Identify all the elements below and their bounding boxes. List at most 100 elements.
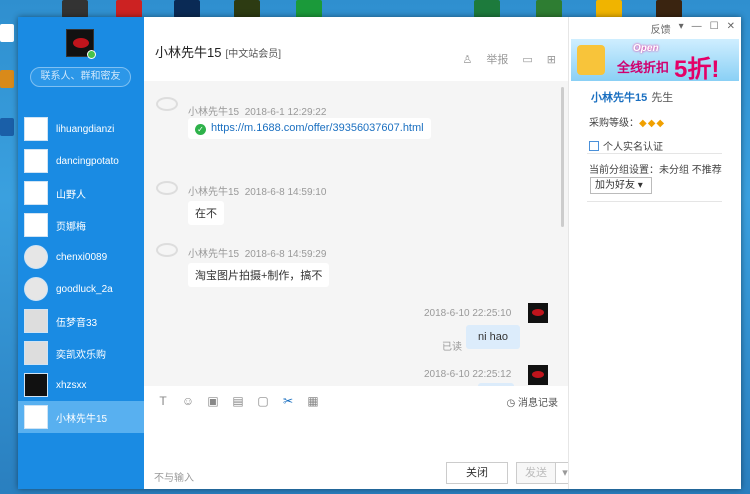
feedback-button[interactable]: 反馈 xyxy=(651,21,671,36)
divider xyxy=(587,201,722,202)
chevron-down-icon[interactable]: ▾ xyxy=(679,21,684,36)
desktop-app-icon[interactable] xyxy=(536,0,562,18)
contact-name: 奕凯欢乐购 xyxy=(56,349,106,361)
minimize-icon[interactable]: — xyxy=(692,21,702,36)
contact-name: 山野人 xyxy=(56,189,86,201)
contact-item[interactable]: dancingpotato xyxy=(18,145,144,177)
more-tools-icon[interactable]: ▦ xyxy=(306,394,320,408)
contact-name: 页娜梅 xyxy=(56,221,86,233)
message-bubble-in: 淘宝图片拍摄+制作，搞不 xyxy=(188,263,330,287)
chat-window: 联系人、群和密友 lihuangdianzi dancingpotato 山野人… xyxy=(18,17,741,489)
certificate-icon xyxy=(589,141,599,151)
excel-icon[interactable] xyxy=(474,0,500,18)
report-button[interactable]: 举报 xyxy=(486,51,508,67)
online-status-icon xyxy=(87,50,96,59)
group-select[interactable]: 加为好友 ▾ xyxy=(590,177,652,194)
message-time: 2018-6-1 12:29:22 xyxy=(244,107,327,118)
banner-open-text: Open xyxy=(633,43,659,54)
contact-avatar xyxy=(24,149,48,173)
contact-name: 小林先牛15 xyxy=(56,413,108,425)
add-contact-icon[interactable]: ♙ xyxy=(463,53,473,66)
contact-avatar xyxy=(24,277,48,301)
real-name-cert[interactable]: 个人实名认证 xyxy=(589,138,663,153)
read-status: 已读 xyxy=(442,342,462,353)
muse-icon[interactable] xyxy=(234,0,260,18)
banner-sale-text: 全线折扣 xyxy=(617,60,670,75)
banner-discount-text: 5折! xyxy=(674,56,720,83)
desktop-app-icon[interactable] xyxy=(116,0,142,18)
message-history-button[interactable]: ◷ 消息记录 xyxy=(506,394,558,409)
my-avatar[interactable] xyxy=(66,29,96,59)
contact-item[interactable]: xhzsxx xyxy=(18,369,144,401)
close-button[interactable]: 关闭 xyxy=(446,462,508,484)
cert-label: 个人实名认证 xyxy=(603,142,663,153)
bridge-icon[interactable] xyxy=(656,0,682,18)
message-link-text[interactable]: https://m.1688.com/offer/39356037607.htm… xyxy=(211,122,424,134)
contact-avatar xyxy=(24,213,48,237)
image-icon[interactable]: ▣ xyxy=(206,394,220,408)
desktop-app-icon[interactable] xyxy=(0,118,14,136)
photoshop-icon[interactable] xyxy=(174,0,200,18)
message-bubble-link[interactable]: ✓ https://m.1688.com/offer/39356037607.ht… xyxy=(188,118,431,139)
chat-header: 小林先牛15 [中文站会员] ♙ 举报 ▭ ⊞ xyxy=(144,17,568,81)
contact-item-active[interactable]: 小林先牛15 xyxy=(18,401,144,433)
chat-panel: 小林先牛15 [中文站会员] ♙ 举报 ▭ ⊞ 小林先牛15 2018-6-1 1… xyxy=(144,17,575,489)
message-sender: 小林先牛15 xyxy=(188,107,240,118)
message-history-label: 消息记录 xyxy=(518,398,558,409)
apps-grid-icon[interactable]: ⊞ xyxy=(547,53,556,66)
chat-title: 小林先牛15 [中文站会员] xyxy=(155,42,281,61)
sender-logo-icon xyxy=(156,181,178,195)
quick-reply-icon[interactable]: ▢ xyxy=(256,394,270,408)
sender-logo-icon xyxy=(156,97,178,111)
message-time: 2018-6-8 14:59:10 xyxy=(244,187,327,198)
message-input[interactable]: 不与输入 关闭 发送 ▾ xyxy=(144,416,575,489)
share-screen-icon[interactable]: ▭ xyxy=(522,53,532,66)
contact-item[interactable]: lihuangdianzi xyxy=(18,113,144,145)
chat-title-name: 小林先牛15 xyxy=(155,45,222,60)
screenshot-scissors-icon[interactable]: ✂ xyxy=(281,394,295,408)
desktop-app-icon[interactable] xyxy=(62,0,88,18)
desktop-app-icon[interactable] xyxy=(0,70,14,88)
maximize-icon[interactable]: ☐ xyxy=(710,21,719,36)
contact-name: dancingpotato xyxy=(56,155,119,167)
message-time: 2018-6-8 14:59:29 xyxy=(244,249,327,260)
contact-item[interactable]: chenxi0089 xyxy=(18,241,144,273)
file-icon[interactable]: ▤ xyxy=(231,394,245,408)
contact-avatar xyxy=(24,341,48,365)
contact-item[interactable]: 页娜梅 xyxy=(18,209,144,241)
contact-avatar xyxy=(24,181,48,205)
promo-banner[interactable]: Open 全线折扣 5折! xyxy=(571,39,739,83)
header-toolbar: ♙ 举报 ▭ ⊞ xyxy=(463,51,557,67)
contact-item[interactable]: 山野人 xyxy=(18,177,144,209)
input-toolbar: T ☺ ▣ ▤ ▢ ✂ ▦ xyxy=(144,386,568,416)
contact-name: 伍梦音33 xyxy=(56,317,98,329)
desktop-app-icon[interactable] xyxy=(596,0,622,18)
close-icon[interactable]: ✕ xyxy=(727,21,735,36)
avatar-eye-graphic xyxy=(532,309,544,316)
message-sender: 小林先牛15 xyxy=(188,187,240,198)
send-button[interactable]: 发送 xyxy=(516,462,556,484)
group-label: 当前分组设置： xyxy=(589,165,659,176)
message-list[interactable]: 小林先牛15 2018-6-1 12:29:22 ✓ https://m.1688… xyxy=(144,81,568,386)
message-header: 小林先牛15 2018-6-8 14:59:10 xyxy=(188,183,326,198)
group-setting: 当前分组设置：未分组 不推荐 xyxy=(589,161,722,176)
buyer-level-diamonds-icon: ◆◆◆ xyxy=(639,118,666,129)
verified-check-icon: ✓ xyxy=(195,124,206,135)
contact-item[interactable]: goodluck_2a xyxy=(18,273,144,305)
message-time: 2018-6-10 22:25:12 xyxy=(424,369,512,380)
divider xyxy=(587,153,722,154)
contact-item[interactable]: 伍梦音33 xyxy=(18,305,144,337)
contact-list: lihuangdianzi dancingpotato 山野人 页娜梅 chen… xyxy=(18,113,144,433)
contact-avatar xyxy=(24,117,48,141)
contact-item[interactable]: 奕凯欢乐购 xyxy=(18,337,144,369)
contact-search-input[interactable]: 联系人、群和密友 xyxy=(30,67,131,87)
font-icon[interactable]: T xyxy=(156,394,170,408)
message-scrollbar[interactable] xyxy=(561,87,564,227)
desktop-app-icon[interactable] xyxy=(0,24,14,42)
profile-name[interactable]: 小林先牛15 先生 xyxy=(591,89,673,105)
my-message-avatar xyxy=(528,365,548,385)
message-header: 小林先牛15 2018-6-8 14:59:29 xyxy=(188,245,326,260)
emoji-icon[interactable]: ☺ xyxy=(181,394,195,408)
my-message-avatar xyxy=(528,303,548,323)
desktop-app-icon[interactable] xyxy=(296,0,322,18)
